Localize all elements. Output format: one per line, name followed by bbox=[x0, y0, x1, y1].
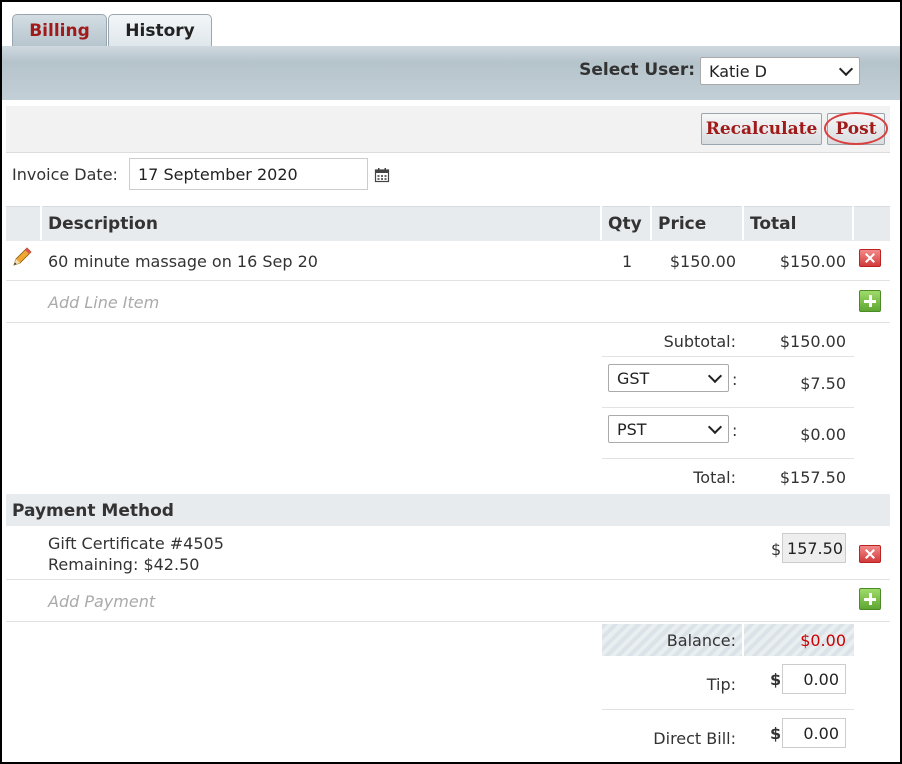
add-line-item-icon[interactable] bbox=[859, 290, 881, 312]
tax2-colon: : bbox=[732, 421, 738, 440]
subtotal-label: Subtotal: bbox=[663, 332, 736, 351]
tax2-select[interactable]: PST bbox=[608, 415, 729, 443]
direct-bill-label: Direct Bill: bbox=[653, 729, 736, 748]
invoice-date-value: 17 September 2020 bbox=[138, 164, 298, 184]
row-divider bbox=[602, 356, 854, 357]
delete-line-item-icon[interactable] bbox=[859, 249, 881, 267]
tab-history[interactable]: History bbox=[108, 14, 212, 46]
select-user-label: Select User: bbox=[579, 60, 695, 80]
balance-label: Balance: bbox=[666, 631, 736, 650]
column-divider bbox=[852, 206, 854, 240]
row-divider bbox=[6, 621, 890, 622]
direct-bill-currency: $ bbox=[770, 724, 782, 743]
payment-item-remaining: Remaining: $42.50 bbox=[48, 555, 200, 574]
invoice-date-label: Invoice Date: bbox=[12, 165, 118, 184]
tax1-select[interactable]: GST bbox=[608, 364, 729, 392]
row-divider bbox=[602, 407, 854, 408]
add-payment-link[interactable]: Add Payment bbox=[48, 592, 155, 611]
column-divider bbox=[40, 206, 42, 240]
tip-currency: $ bbox=[770, 670, 782, 689]
column-header-qty: Qty bbox=[608, 214, 642, 234]
subtotal-value: $150.00 bbox=[779, 332, 846, 351]
recalculate-button[interactable]: Recalculate bbox=[701, 113, 822, 145]
chevron-down-icon bbox=[707, 419, 723, 435]
tip-input[interactable]: 0.00 bbox=[782, 664, 846, 694]
payment-method-title: Payment Method bbox=[12, 501, 174, 521]
direct-bill-value: 0.00 bbox=[803, 723, 839, 743]
line-item-total: $150.00 bbox=[779, 252, 846, 271]
post-button[interactable]: Post bbox=[827, 113, 885, 145]
total-label: Total: bbox=[693, 468, 736, 487]
billing-panel: Billing History Select User: Katie D Rec… bbox=[0, 0, 902, 764]
tax2-name: PST bbox=[617, 419, 647, 439]
payment-amount-value: 157.50 bbox=[787, 538, 843, 558]
balance-value: $0.00 bbox=[800, 631, 846, 650]
total-value: $157.50 bbox=[779, 468, 846, 487]
tip-label: Tip: bbox=[706, 675, 736, 694]
chevron-down-icon bbox=[838, 61, 854, 77]
row-divider bbox=[6, 579, 890, 580]
column-divider bbox=[600, 206, 602, 240]
column-divider bbox=[742, 206, 744, 240]
tax1-colon: : bbox=[732, 370, 738, 389]
pencil-icon[interactable] bbox=[11, 246, 33, 268]
tab-billing[interactable]: Billing bbox=[12, 14, 107, 46]
row-divider bbox=[6, 280, 890, 281]
row-divider bbox=[602, 458, 854, 459]
select-user-dropdown[interactable]: Katie D bbox=[700, 57, 860, 85]
tip-value: 0.00 bbox=[803, 669, 839, 689]
add-payment-icon[interactable] bbox=[859, 588, 881, 610]
line-item-description: 60 minute massage on 16 Sep 20 bbox=[48, 252, 318, 271]
tax2-value: $0.00 bbox=[800, 425, 846, 444]
row-divider bbox=[602, 709, 854, 710]
payment-item-name: Gift Certificate #4505 bbox=[48, 534, 224, 553]
tax1-name: GST bbox=[617, 368, 650, 388]
column-header-price: Price bbox=[658, 214, 707, 234]
invoice-date-input[interactable]: 17 September 2020 bbox=[129, 158, 368, 190]
column-header-description: Description bbox=[48, 214, 158, 234]
row-divider bbox=[6, 322, 890, 323]
add-line-item-link[interactable]: Add Line Item bbox=[48, 293, 159, 312]
line-item-qty: 1 bbox=[622, 252, 633, 271]
payment-currency: $ bbox=[771, 540, 782, 559]
column-header-total: Total bbox=[750, 214, 797, 234]
chevron-down-icon bbox=[707, 368, 723, 384]
column-divider bbox=[650, 206, 652, 240]
calendar-icon[interactable] bbox=[374, 167, 390, 183]
selected-user-value: Katie D bbox=[709, 61, 767, 81]
tax1-value: $7.50 bbox=[800, 374, 846, 393]
line-item-price: $150.00 bbox=[669, 252, 736, 271]
payment-amount-input[interactable]: 157.50 bbox=[782, 533, 846, 563]
delete-payment-icon[interactable] bbox=[859, 545, 881, 563]
direct-bill-input[interactable]: 0.00 bbox=[782, 718, 846, 748]
